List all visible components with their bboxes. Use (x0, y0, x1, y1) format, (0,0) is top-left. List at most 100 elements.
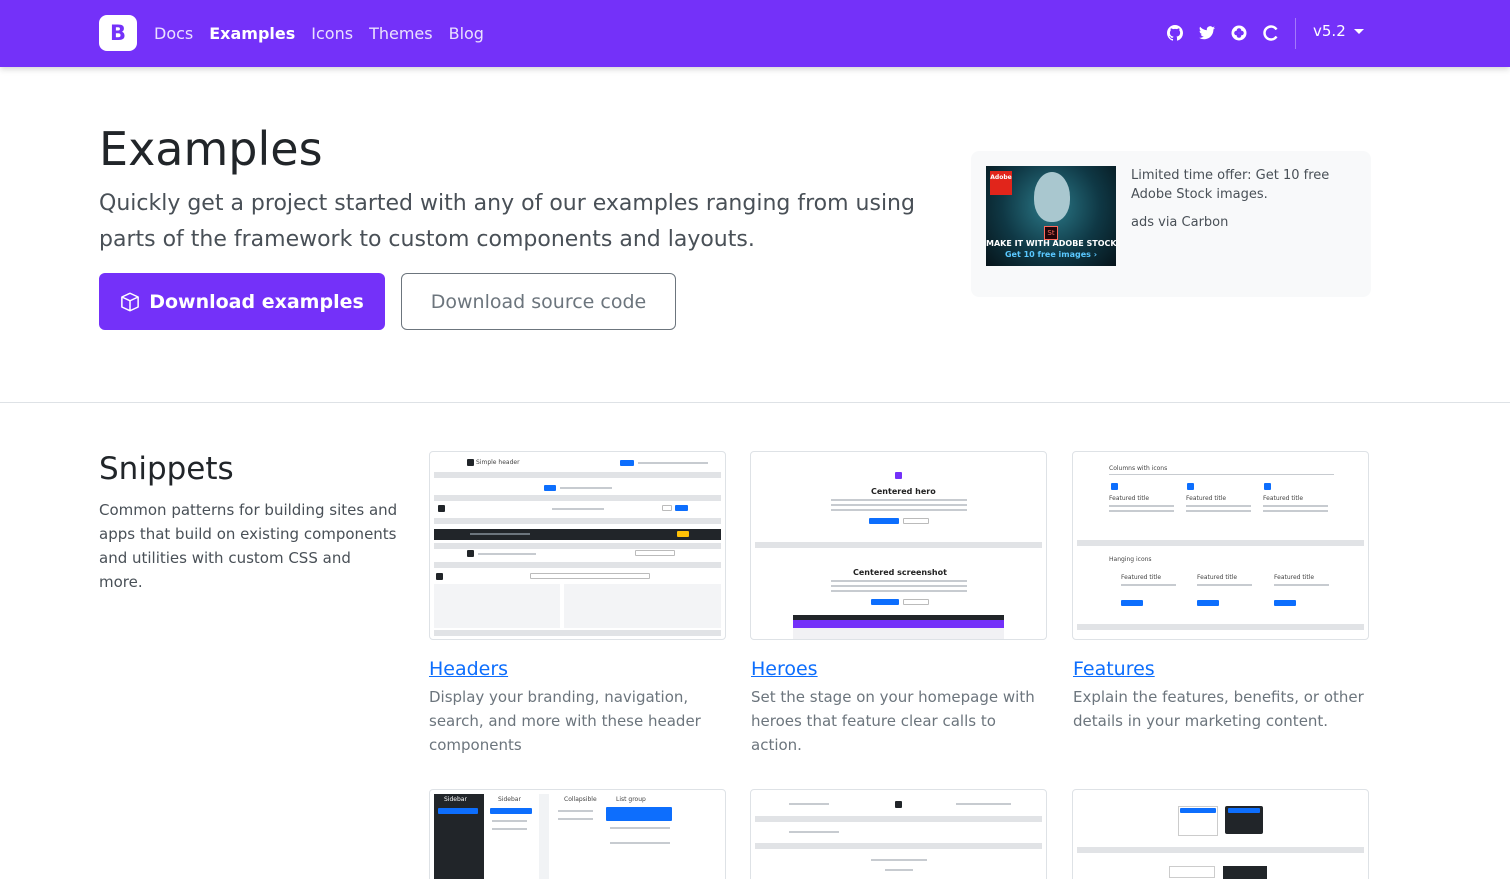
thumb-line (478, 553, 536, 555)
features-thumbnail[interactable]: Columns with icons Featured title Featur… (1072, 451, 1369, 640)
nav-links: Docs Examples Icons Themes Blog (154, 0, 500, 67)
thumb-line (831, 509, 967, 511)
github-icon[interactable] (1164, 21, 1186, 45)
thumb-panel (434, 584, 560, 628)
download-examples-button[interactable]: Download examples (99, 273, 385, 330)
thumb-logo (436, 573, 443, 580)
nav-link-themes[interactable]: Themes (369, 24, 433, 43)
thumb-active-item (606, 807, 672, 821)
thumb-line (1263, 505, 1328, 507)
nav-link-icons[interactable]: Icons (311, 24, 353, 43)
thumb-line (831, 504, 967, 506)
download-source-button[interactable]: Download source code (401, 273, 676, 330)
thumb-dropdown-light (1169, 866, 1215, 878)
thumb-pill (620, 460, 634, 466)
thumb-feature-icon (1187, 483, 1194, 490)
thumb-bar (1077, 624, 1364, 630)
top-navbar: B Docs Examples Icons Themes Blog v5.2 (0, 0, 1510, 67)
thumb-features-title: Columns with icons (1109, 465, 1168, 472)
nav-link-blog[interactable]: Blog (449, 24, 484, 43)
thumb-pill (677, 531, 689, 537)
thumb-feature-title: Featured title (1274, 574, 1315, 581)
thumb-feature-title: Featured title (1186, 495, 1227, 502)
card-link-heroes[interactable]: Heroes (751, 658, 818, 680)
thumb-line (1186, 505, 1251, 507)
thumb-line (885, 869, 913, 871)
thumb-line (610, 827, 670, 829)
sidebars-thumbnail[interactable]: Sidebar Sidebar Collapsible List group (429, 789, 726, 879)
card-link-headers[interactable]: Headers (429, 658, 508, 680)
dropdowns-thumbnail[interactable] (1072, 789, 1369, 879)
ad-text-link[interactable]: Limited time offer: Get 10 free Adobe St… (1131, 166, 1361, 204)
thumb-pill (544, 485, 556, 491)
thumb-logo (438, 505, 445, 512)
loading-icon[interactable] (1260, 21, 1282, 45)
card-link-features[interactable]: Features (1073, 658, 1155, 680)
thumb-feature-icon (1111, 483, 1118, 490)
heroes-thumbnail[interactable]: Centered hero Centered screenshot (750, 451, 1047, 640)
thumb-line (831, 499, 967, 501)
thumb-features-title-2: Hanging icons (1109, 556, 1152, 563)
thumb-outline-button (903, 599, 929, 605)
thumb-sidebar-title: Sidebar (498, 796, 521, 803)
thumb-feature-title: Featured title (1197, 574, 1238, 581)
thumb-bar (755, 843, 1042, 849)
thumb-outline-button (662, 505, 672, 511)
version-dropdown[interactable]: v5.2 (1313, 22, 1364, 40)
adobe-stock-badge: St (1044, 226, 1058, 240)
thumb-divider (1109, 474, 1334, 475)
box-icon (120, 292, 140, 312)
thumb-sidebar-title: Sidebar (444, 796, 467, 803)
card-desc-headers: Display your branding, navigation, searc… (429, 688, 701, 754)
thumb-active-item (1228, 808, 1260, 813)
nav-link-docs[interactable]: Docs (154, 24, 193, 43)
adobe-logo-text: Adobe (990, 174, 1012, 181)
thumb-active-item (438, 808, 478, 814)
bootstrap-logo[interactable]: B (99, 15, 137, 51)
thumb-hero-title: Centered hero (871, 487, 936, 496)
chevron-down-icon (1353, 28, 1364, 34)
ad-portrait (1034, 172, 1070, 222)
ad-image[interactable]: Adobe St MAKE IT WITH ADOBE STOCK. Get 1… (986, 166, 1116, 266)
thumb-pill (871, 599, 899, 605)
thumb-line (470, 533, 530, 535)
ad-image-caption: MAKE IT WITH ADOBE STOCK. (986, 239, 1116, 248)
thumb-panel (564, 584, 721, 628)
thumb-line (831, 590, 967, 592)
thumb-active-item (490, 808, 532, 814)
snippets-description: Common patterns for building sites and a… (99, 501, 398, 591)
opencollective-icon[interactable] (1228, 21, 1250, 45)
thumb-feature-title: Featured title (1109, 495, 1150, 502)
thumb-logo (895, 472, 902, 479)
thumb-line (831, 585, 967, 587)
thumb-pill (675, 505, 688, 511)
nav-link-examples[interactable]: Examples (209, 24, 295, 43)
ad-via-link[interactable]: ads via Carbon (1131, 215, 1228, 230)
thumb-pill (1121, 600, 1143, 606)
thumb-icon-rail (539, 794, 549, 879)
thumb-pill (1274, 600, 1296, 606)
footers-thumbnail[interactable] (750, 789, 1047, 879)
thumb-line (492, 820, 527, 822)
twitter-icon[interactable] (1196, 21, 1218, 45)
thumb-line (610, 842, 670, 844)
headers-thumbnail[interactable]: Simple header (429, 451, 726, 640)
thumb-bar (1077, 847, 1364, 853)
thumb-screenshot-body (793, 628, 1004, 639)
thumb-label: Simple header (476, 459, 520, 466)
thumb-line (1109, 505, 1174, 507)
thumb-line (1109, 510, 1174, 512)
thumb-logo (467, 550, 474, 557)
page-title: Examples (99, 122, 323, 176)
thumb-pill (869, 518, 899, 524)
card-desc-heroes: Set the stage on your homepage with hero… (751, 688, 1035, 754)
thumb-hero-title-2: Centered screenshot (853, 568, 947, 577)
thumb-line (831, 580, 967, 582)
thumb-bar (434, 472, 721, 478)
thumb-search (530, 573, 650, 579)
ad-image-cta: Get 10 free images › (1004, 250, 1098, 259)
carbon-ad: Adobe St MAKE IT WITH ADOBE STOCK. Get 1… (971, 151, 1371, 297)
thumb-feature-title: Featured title (1263, 495, 1304, 502)
thumb-line (560, 487, 612, 489)
thumb-bar (755, 816, 1042, 822)
